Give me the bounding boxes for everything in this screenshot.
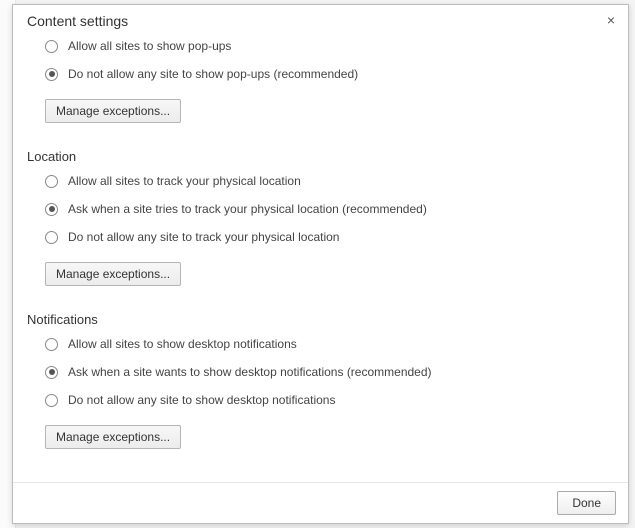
dialog-header: Content settings ×: [13, 5, 628, 35]
location-block-row[interactable]: Do not allow any site to track your phys…: [45, 230, 618, 244]
scroll-area[interactable]: Allow all sites to show pop-ups Do not a…: [27, 39, 626, 478]
radio-icon[interactable]: [45, 68, 58, 81]
close-icon[interactable]: ×: [602, 11, 620, 29]
location-allow-row[interactable]: Allow all sites to track your physical l…: [45, 174, 618, 188]
location-block-label: Do not allow any site to track your phys…: [68, 230, 339, 244]
radio-icon[interactable]: [45, 203, 58, 216]
dialog-footer: Done: [13, 482, 628, 523]
notifications-block-label: Do not allow any site to show desktop no…: [68, 393, 335, 407]
radio-icon[interactable]: [45, 231, 58, 244]
notifications-ask-label: Ask when a site wants to show desktop no…: [68, 365, 432, 379]
radio-icon[interactable]: [45, 394, 58, 407]
done-label: Done: [572, 496, 601, 510]
location-ask-label: Ask when a site tries to track your phys…: [68, 202, 427, 216]
btn-label: Manage exceptions...: [56, 430, 170, 444]
radio-icon[interactable]: [45, 175, 58, 188]
done-button[interactable]: Done: [557, 491, 616, 515]
content-settings-dialog: Content settings × Allow all sites to sh…: [12, 4, 629, 524]
btn-label: Manage exceptions...: [56, 267, 170, 281]
popups-allow-label: Allow all sites to show pop-ups: [68, 39, 231, 53]
close-glyph: ×: [607, 12, 615, 28]
btn-label: Manage exceptions...: [56, 104, 170, 118]
notifications-ask-row[interactable]: Ask when a site wants to show desktop no…: [45, 365, 618, 379]
location-heading: Location: [27, 149, 618, 164]
location-allow-label: Allow all sites to track your physical l…: [68, 174, 301, 188]
dialog-body: Allow all sites to show pop-ups Do not a…: [13, 35, 628, 482]
notifications-allow-label: Allow all sites to show desktop notifica…: [68, 337, 297, 351]
scroll-filler: [27, 457, 618, 478]
radio-icon[interactable]: [45, 338, 58, 351]
popups-block-label: Do not allow any site to show pop-ups (r…: [68, 67, 358, 81]
location-ask-row[interactable]: Ask when a site tries to track your phys…: [45, 202, 618, 216]
notifications-manage-exceptions-button[interactable]: Manage exceptions...: [45, 425, 181, 449]
popups-block-row[interactable]: Do not allow any site to show pop-ups (r…: [45, 67, 618, 81]
radio-icon[interactable]: [45, 40, 58, 53]
notifications-heading: Notifications: [27, 312, 618, 327]
notifications-allow-row[interactable]: Allow all sites to show desktop notifica…: [45, 337, 618, 351]
notifications-block-row[interactable]: Do not allow any site to show desktop no…: [45, 393, 618, 407]
location-manage-exceptions-button[interactable]: Manage exceptions...: [45, 262, 181, 286]
popups-allow-row[interactable]: Allow all sites to show pop-ups: [45, 39, 618, 53]
radio-icon[interactable]: [45, 366, 58, 379]
dialog-title: Content settings: [27, 13, 128, 29]
popups-manage-exceptions-button[interactable]: Manage exceptions...: [45, 99, 181, 123]
